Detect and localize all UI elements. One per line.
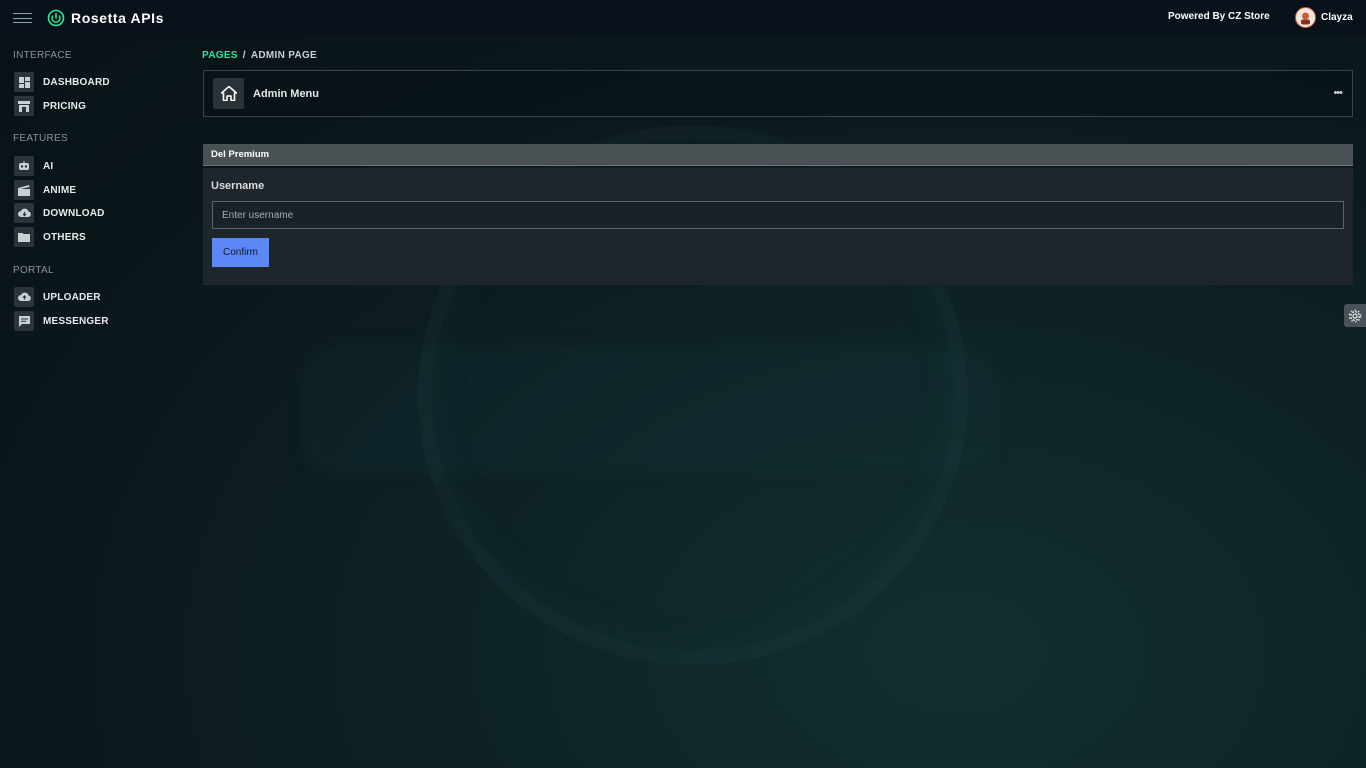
sidebar-item-messenger[interactable]: MESSENGER	[14, 311, 109, 331]
sidebar-item-others[interactable]: OTHERS	[14, 227, 86, 247]
confirm-button[interactable]: Confirm	[212, 238, 269, 267]
page-title: Admin Menu	[253, 87, 319, 100]
dashboard-icon	[14, 72, 34, 92]
breadcrumb-link-pages[interactable]: PAGES	[202, 50, 238, 61]
cloud-download-icon	[14, 203, 34, 223]
user-name: Clayza	[1321, 12, 1353, 23]
sidebar-item-label: UPLOADER	[43, 291, 101, 303]
brand-logo-icon[interactable]	[47, 9, 65, 27]
panel-header: Del Premium	[203, 144, 1353, 166]
folder-icon	[14, 227, 34, 247]
sidebar-item-label: DOWNLOAD	[43, 207, 105, 219]
sidebar-section-portal: PORTAL	[13, 265, 54, 276]
username-label: Username	[211, 180, 265, 192]
robot-icon	[14, 156, 34, 176]
sidebar-item-anime[interactable]: ANIME	[14, 180, 76, 200]
background-decoration	[300, 345, 1000, 475]
home-icon	[213, 78, 244, 109]
breadcrumb: PAGES / ADMIN PAGE	[202, 50, 317, 61]
sidebar-section-interface: INTERFACE	[13, 50, 72, 61]
breadcrumb-current: ADMIN PAGE	[250, 50, 318, 61]
sidebar-item-label: OTHERS	[43, 231, 86, 243]
username-input[interactable]	[212, 201, 1344, 229]
sidebar-item-ai[interactable]: AI	[14, 156, 53, 176]
sidebar-item-label: MESSENGER	[43, 315, 109, 327]
clapperboard-icon	[14, 180, 34, 200]
breadcrumb-separator: /	[242, 50, 246, 61]
sidebar-item-download[interactable]: DOWNLOAD	[14, 203, 105, 223]
sidebar-item-label: DASHBOARD	[43, 76, 110, 88]
user-menu[interactable]: Clayza	[1295, 7, 1353, 28]
panel-title: Del Premium	[211, 149, 270, 160]
sidebar-item-dashboard[interactable]: DASHBOARD	[14, 72, 110, 92]
sidebar-item-uploader[interactable]: UPLOADER	[14, 287, 101, 307]
gear-icon	[1348, 309, 1362, 322]
more-options-icon[interactable]: •••	[1333, 87, 1343, 99]
sidebar-section-features: FEATURES	[13, 133, 68, 144]
sidebar-item-label: ANIME	[43, 184, 77, 196]
powered-by-text: Powered By CZ Store	[1168, 11, 1270, 22]
sidebar-item-label: AI	[43, 160, 54, 172]
cloud-upload-icon	[14, 287, 34, 307]
admin-menu-card: Admin Menu •••	[203, 70, 1353, 117]
store-icon	[14, 96, 34, 116]
top-bar: Rosetta APIs Powered By CZ Store Clayza	[0, 0, 1366, 36]
sidebar-item-pricing[interactable]: PRICING	[14, 96, 86, 116]
hamburger-menu-icon[interactable]	[13, 13, 32, 23]
chat-icon	[14, 311, 34, 331]
settings-button[interactable]	[1344, 304, 1366, 327]
sidebar-item-label: PRICING	[43, 100, 87, 112]
brand-name[interactable]: Rosetta APIs	[71, 10, 164, 26]
del-premium-form: Username Confirm	[203, 168, 1353, 285]
avatar	[1295, 7, 1316, 28]
